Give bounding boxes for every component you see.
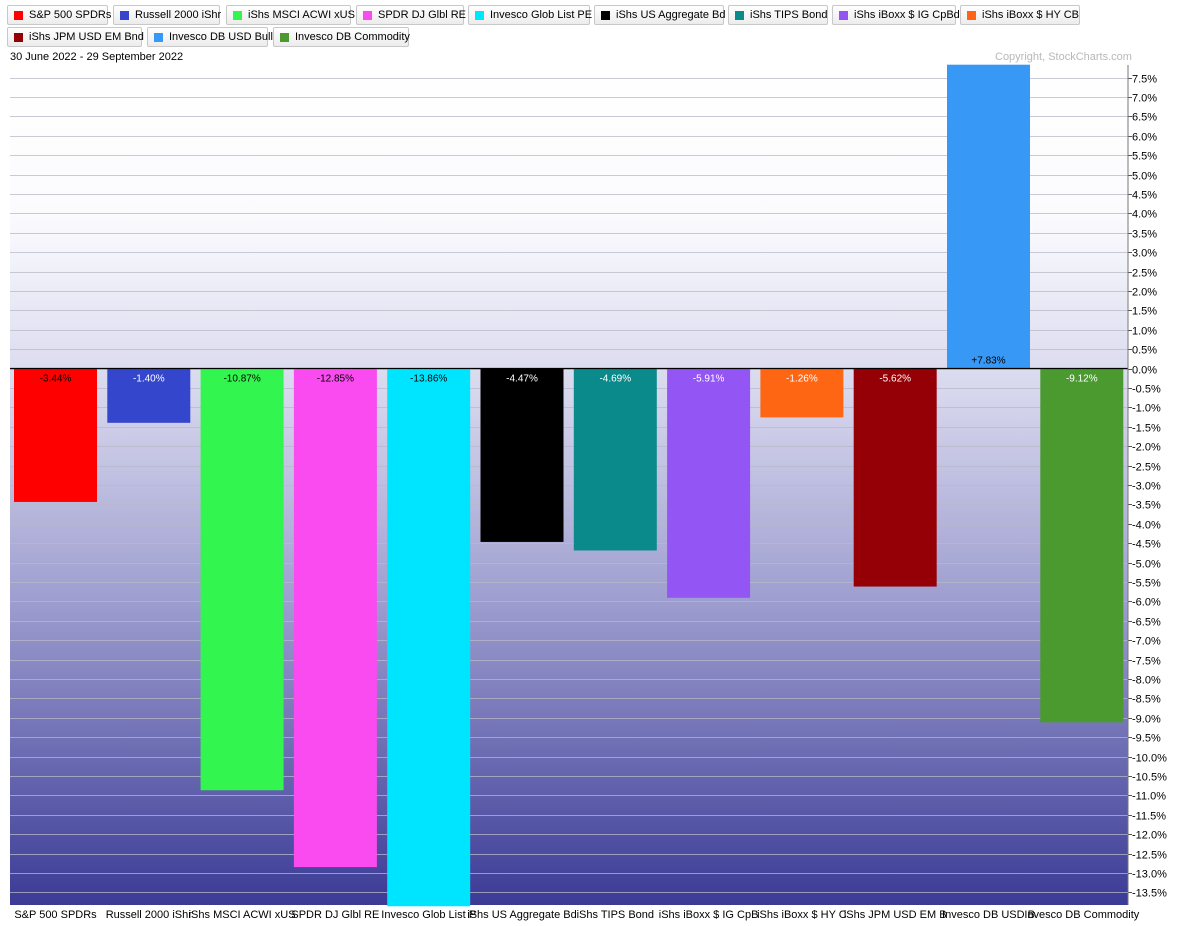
y-tick-label: -10.5% [1132, 772, 1167, 784]
bar [480, 368, 564, 542]
y-tick-label: -4.0% [1132, 520, 1161, 532]
bar-value-label: -3.44% [40, 374, 72, 385]
bar [947, 64, 1030, 369]
x-category-label: iShs iBoxx $ IG CpB [659, 909, 759, 921]
y-tick-label: 2.5% [1132, 268, 1157, 280]
y-tick-label: 1.5% [1132, 306, 1157, 318]
y-tick-label: -6.0% [1132, 597, 1161, 609]
bar-chart: -3.44% -1.40% -10.87% -12.85% -13.86% -4.47% -… [10, 64, 1167, 921]
x-category-label: iShs MSCI ACWI xUS [189, 909, 296, 921]
y-tick-label: -5.0% [1132, 559, 1161, 571]
y-tick-label: -9.5% [1132, 733, 1161, 745]
x-category-label: Invesco DB USD B [942, 909, 1035, 921]
bar-value-label: -1.40% [133, 374, 165, 385]
bar-value-label: -9.12% [1066, 374, 1098, 385]
bar-value-label: -4.69% [599, 374, 631, 385]
x-category-label: iShs iBoxx $ HY C [757, 909, 847, 921]
y-tick-label: -11.5% [1132, 811, 1166, 823]
y-tick-label: 2.0% [1132, 287, 1157, 299]
bar-value-label: -5.62% [879, 374, 911, 385]
y-tick-label: -1.5% [1132, 423, 1161, 435]
y-tick-label: 4.5% [1132, 190, 1157, 202]
y-tick-label: -0.5% [1132, 384, 1161, 396]
bar [1040, 368, 1124, 723]
bar-value-label: -10.87% [223, 374, 260, 385]
bar-value-label: -13.86% [410, 374, 447, 385]
bar-value-label: +7.83% [971, 356, 1005, 367]
y-tick-label: -8.5% [1132, 694, 1161, 706]
y-tick-label: -4.5% [1132, 539, 1161, 551]
bar [853, 368, 937, 587]
x-category-label: S&P 500 SPDRs [14, 909, 97, 921]
x-category-label: SPDR DJ Glbl RE [291, 909, 379, 921]
bar [573, 368, 657, 551]
bar-value-label: -4.47% [506, 374, 538, 385]
y-axis-ticks: 7.5% 7.0% 6.5% 6.0% 5.5% 5.0% 4.5% 4.0% 3.5% 3.0%… [1128, 74, 1167, 900]
y-tick-label: 0.5% [1132, 345, 1157, 357]
y-tick-label: -3.0% [1132, 481, 1161, 493]
y-tick-label: 6.0% [1132, 132, 1157, 144]
y-tick-label: -10.0% [1132, 753, 1167, 765]
x-category-label: Invesco DB Commodity [1024, 909, 1139, 921]
y-tick-label: 5.0% [1132, 171, 1157, 183]
y-tick-label: -2.5% [1132, 462, 1161, 474]
bar [14, 368, 97, 502]
y-tick-label: -7.0% [1132, 636, 1161, 648]
y-tick-label: -7.5% [1132, 656, 1161, 668]
y-tick-label: -12.0% [1132, 830, 1167, 842]
y-tick-label: -9.0% [1132, 714, 1161, 726]
y-tick-label: 4.0% [1132, 209, 1157, 221]
y-tick-label: -3.5% [1132, 500, 1161, 512]
x-category-label: iShs TIPS Bond [577, 909, 654, 921]
bar [293, 368, 377, 868]
y-tick-label: 6.5% [1132, 112, 1157, 124]
x-axis-categories: S&P 500 SPDRs Russell 2000 iShriShs MSCI … [14, 909, 1139, 921]
bar [387, 368, 471, 907]
y-tick-label: -11.0% [1132, 791, 1166, 803]
x-category-label: Invesco Glob List P [381, 909, 476, 921]
x-category-label: Russell 2000 iShr [106, 909, 193, 921]
bar-value-label: -12.85% [317, 374, 354, 385]
y-tick-label: -1.0% [1132, 403, 1161, 415]
x-category-label: iShs JPM USD EM B [844, 909, 947, 921]
x-category-label: iShs US Aggregate Bd [467, 909, 576, 921]
y-tick-label: 1.0% [1132, 326, 1157, 338]
y-tick-label: 7.0% [1132, 93, 1157, 105]
y-tick-label: 3.0% [1132, 248, 1157, 260]
y-tick-label: 5.5% [1132, 151, 1157, 163]
y-tick-label: -6.5% [1132, 617, 1161, 629]
y-tick-label: -13.5% [1132, 888, 1167, 900]
bar-value-label: -5.91% [693, 374, 725, 385]
bar [200, 368, 284, 791]
y-tick-label: 7.5% [1132, 74, 1157, 86]
y-tick-label: -2.0% [1132, 442, 1161, 454]
y-tick-label: -13.0% [1132, 869, 1167, 881]
bar [667, 368, 751, 598]
y-tick-label: 3.5% [1132, 229, 1157, 241]
y-tick-label: -8.0% [1132, 675, 1161, 687]
y-tick-label: -5.5% [1132, 578, 1161, 590]
y-tick-label: -12.5% [1132, 850, 1167, 862]
bar-value-label: -1.26% [786, 374, 818, 385]
y-tick-label: 0.0% [1132, 365, 1157, 377]
